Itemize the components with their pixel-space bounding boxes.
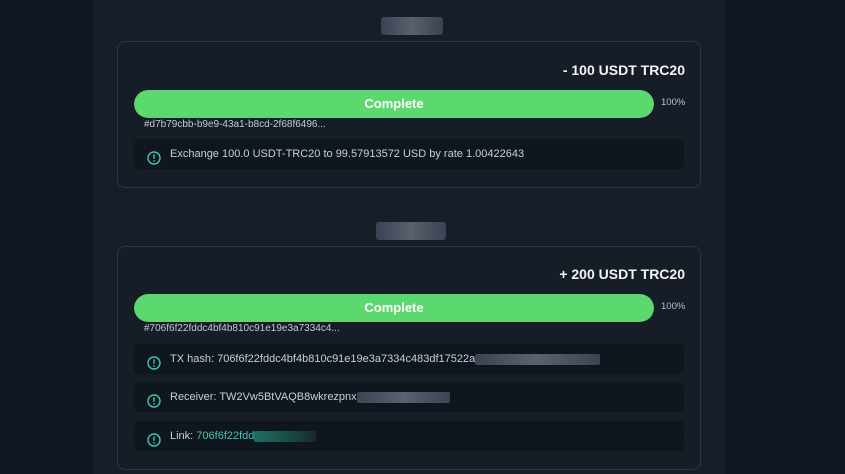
redacted-text: [475, 353, 601, 365]
info-icon: [147, 390, 161, 408]
tx-hash-label: TX hash:: [170, 353, 218, 365]
receiver-label: Receiver:: [170, 391, 220, 403]
progress-bar: Complete: [134, 294, 654, 322]
transaction-amount: - 100 USDT TRC20: [562, 62, 685, 78]
progress-row: Complete 100%: [134, 90, 685, 118]
progress-percent: 100%: [661, 301, 686, 312]
detail-row-exchange: Exchange 100.0 USDT-TRC20 to 99.57913572…: [134, 139, 684, 169]
link-label: Link:: [170, 430, 197, 442]
progress-row: Complete 100%: [134, 294, 685, 322]
status-label: Complete: [364, 300, 424, 315]
date-header-redacted: [381, 17, 443, 35]
transaction-hash[interactable]: #706f6f22fddc4bf4b810c91e19e3a7334c4...: [144, 323, 340, 334]
progress-bar: Complete: [134, 90, 654, 118]
detail-row-link: Link: 706f6f22fdd: [134, 421, 684, 451]
date-header-redacted: [376, 222, 446, 240]
redacted-text: [254, 430, 317, 442]
info-icon: [147, 352, 161, 370]
info-icon: [147, 429, 161, 447]
detail-row-tx-hash: TX hash: 706f6f22fddc4bf4b810c91e19e3a73…: [134, 344, 684, 374]
transaction-amount: + 200 USDT TRC20: [559, 266, 685, 282]
transaction-hash[interactable]: #d7b79cbb-b9e9-43a1-b8cd-2f68f6496...: [144, 119, 326, 130]
tx-hash-value: 706f6f22fddc4bf4b810c91e19e3a7334c483df1…: [217, 353, 476, 365]
progress-percent: 100%: [661, 97, 686, 108]
receiver-value: TW2Vw5BtVAQB8wkrezpnx: [219, 391, 357, 403]
info-icon: [147, 147, 161, 165]
explorer-link[interactable]: 706f6f22fdd: [196, 430, 254, 442]
exchange-detail-text: Exchange 100.0 USDT-TRC20 to 99.57913572…: [170, 148, 525, 160]
redacted-text: [356, 391, 450, 403]
detail-row-receiver: Receiver: TW2Vw5BtVAQB8wkrezpnx: [134, 382, 684, 412]
transaction-card: - 100 USDT TRC20 Complete 100% #d7b79cbb…: [117, 41, 701, 188]
status-label: Complete: [364, 96, 424, 111]
transaction-card: + 200 USDT TRC20 Complete 100% #706f6f22…: [117, 246, 701, 470]
